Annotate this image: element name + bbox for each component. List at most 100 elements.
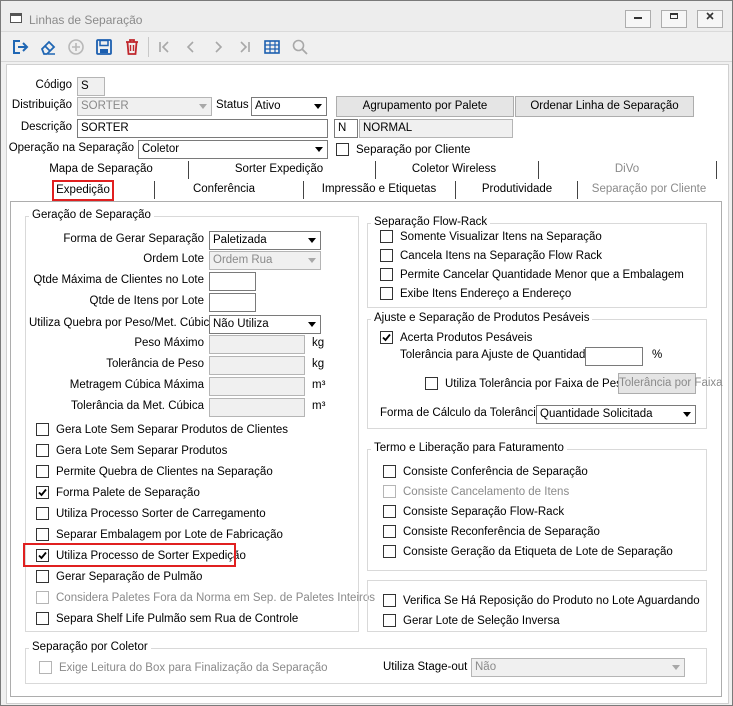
clear-button[interactable] bbox=[35, 36, 61, 58]
tol-ajuste-input[interactable] bbox=[585, 347, 643, 366]
checkbox-row[interactable]: Separa Shelf Life Pulmão sem Rua de Cont… bbox=[36, 612, 298, 625]
tolerancia-met-input[interactable] bbox=[209, 398, 305, 417]
checkbox[interactable] bbox=[36, 612, 49, 625]
qtde-itens-input[interactable] bbox=[209, 293, 256, 312]
checkbox[interactable] bbox=[36, 465, 49, 478]
checkbox-row[interactable]: Exibe Itens Endereço a Endereço bbox=[380, 287, 571, 300]
previous-record-button[interactable] bbox=[178, 36, 204, 58]
checkbox[interactable] bbox=[383, 485, 396, 498]
tab-sorter-expedicao[interactable]: Sorter Expedição bbox=[192, 161, 366, 179]
checkbox-row[interactable]: Separar Embalagem por Lote de Fabricação bbox=[36, 528, 283, 541]
checkbox[interactable] bbox=[380, 249, 393, 262]
checkbox-row[interactable]: Somente Visualizar Itens na Separação bbox=[380, 230, 602, 243]
peso-maximo-input[interactable] bbox=[209, 335, 305, 354]
tab-expedicao[interactable]: Expedição bbox=[52, 180, 114, 201]
checkbox-row[interactable]: Considera Paletes Fora da Norma em Sep. … bbox=[36, 591, 375, 604]
checkbox[interactable] bbox=[380, 230, 393, 243]
tolerancia-peso-label: Tolerância de Peso bbox=[106, 358, 204, 370]
checkbox[interactable] bbox=[383, 465, 396, 478]
checkbox-row[interactable]: Verifica Se Há Reposição do Produto no L… bbox=[383, 594, 700, 607]
checkbox-row[interactable]: Consiste Geração da Etiqueta de Lote de … bbox=[383, 545, 673, 558]
minimize-button[interactable] bbox=[625, 10, 651, 28]
window-title: Linhas de Separação bbox=[29, 13, 143, 27]
checkbox[interactable] bbox=[383, 594, 396, 607]
checkbox[interactable] bbox=[39, 661, 52, 674]
quebra-select[interactable]: Não Utiliza bbox=[209, 315, 321, 334]
delete-button[interactable] bbox=[119, 36, 145, 58]
checkbox-row[interactable]: Consiste Conferência de Separação bbox=[383, 465, 588, 478]
checkbox-row[interactable]: Consiste Cancelamento de Itens bbox=[383, 485, 569, 498]
checkbox-label: Permite Cancelar Quantidade Menor que a … bbox=[400, 268, 684, 281]
checkbox[interactable] bbox=[425, 377, 438, 390]
checkbox[interactable] bbox=[36, 507, 49, 520]
checkbox-row[interactable]: Forma Palete de Separação bbox=[36, 486, 200, 499]
checkbox-row[interactable]: Gera Lote Sem Separar Produtos bbox=[36, 444, 227, 457]
checkbox[interactable] bbox=[380, 287, 393, 300]
checkbox[interactable] bbox=[36, 444, 49, 457]
ordem-lote-select[interactable]: Ordem Rua bbox=[209, 251, 321, 270]
checkbox-row[interactable]: Consiste Separação Flow-Rack bbox=[383, 505, 564, 518]
checkbox-row[interactable]: Cancela Itens na Separação Flow Rack bbox=[380, 249, 602, 262]
tolerancia-faixa-button[interactable]: Tolerância por Faixa bbox=[618, 373, 723, 394]
descricao-input[interactable]: SORTER bbox=[77, 119, 328, 138]
status-select[interactable]: Ativo bbox=[251, 97, 327, 116]
acerta-pesaveis-checkbox[interactable]: Acerta Produtos Pesáveis bbox=[380, 331, 532, 344]
tipo-desc-input: NORMAL bbox=[359, 119, 513, 138]
checkbox[interactable] bbox=[36, 528, 49, 541]
tipo-code-input[interactable]: N bbox=[334, 119, 358, 138]
tab-separacao-cliente[interactable]: Separação por Cliente bbox=[581, 181, 717, 199]
operacao-select[interactable]: Coletor bbox=[138, 140, 328, 159]
checkbox-row[interactable]: Gerar Separação de Pulmão bbox=[36, 570, 202, 583]
distribuicao-label: Distribuição bbox=[11, 99, 72, 111]
checkbox[interactable] bbox=[383, 525, 396, 538]
checkbox[interactable] bbox=[383, 505, 396, 518]
checkbox-row[interactable]: Consiste Reconferência de Separação bbox=[383, 525, 600, 538]
checkbox[interactable] bbox=[36, 570, 49, 583]
checkbox-row[interactable]: Utiliza Processo Sorter de Carregamento bbox=[36, 507, 266, 520]
codigo-input[interactable]: S bbox=[77, 77, 105, 96]
checkbox[interactable] bbox=[36, 486, 49, 499]
checkbox-row[interactable]: Gerar Lote de Seleção Inversa bbox=[383, 614, 560, 627]
tab-impressao-etiquetas[interactable]: Impressão e Etiquetas bbox=[307, 181, 451, 199]
last-record-button[interactable] bbox=[232, 36, 258, 58]
checkbox[interactable] bbox=[383, 614, 396, 627]
checkbox[interactable] bbox=[380, 331, 393, 344]
tab-mapa-separacao[interactable]: Mapa de Separação bbox=[27, 161, 175, 179]
first-record-button[interactable] bbox=[151, 36, 177, 58]
close-button[interactable] bbox=[697, 10, 723, 28]
distribuicao-select[interactable]: SORTER bbox=[77, 97, 212, 116]
checkbox-label: Consiste Separação Flow-Rack bbox=[403, 505, 565, 518]
qtde-clientes-input[interactable] bbox=[209, 272, 256, 291]
separacao-cliente-checkbox[interactable]: Separação por Cliente bbox=[336, 143, 470, 156]
tab-produtividade[interactable]: Produtividade bbox=[459, 181, 575, 199]
checkbox-row[interactable]: Gera Lote Sem Separar Produtos de Client… bbox=[36, 423, 288, 436]
maximize-button[interactable] bbox=[661, 10, 687, 28]
search-button[interactable] bbox=[287, 36, 313, 58]
add-button[interactable] bbox=[63, 36, 89, 58]
tolerancia-peso-input[interactable] bbox=[209, 356, 305, 375]
save-button[interactable] bbox=[91, 36, 117, 58]
checkbox[interactable] bbox=[336, 143, 349, 156]
agrupamento-palete-button[interactable]: Agrupamento por Palete bbox=[336, 96, 514, 117]
quebra-label: Utiliza Quebra por Peso/Met. Cúbica bbox=[29, 317, 216, 329]
stage-out-select[interactable]: Não bbox=[471, 658, 685, 677]
tab-conferencia[interactable]: Conferência bbox=[159, 181, 289, 199]
faixa-peso-checkbox[interactable]: Utiliza Tolerância por Faixa de Peso bbox=[425, 377, 628, 390]
termo-title: Termo e Liberação para Faturamento bbox=[371, 442, 567, 454]
checkbox[interactable] bbox=[383, 545, 396, 558]
forma-gerar-select[interactable]: Paletizada bbox=[209, 231, 321, 250]
checkbox-row[interactable]: Permite Quebra de Clientes na Separação bbox=[36, 465, 273, 478]
checkbox[interactable] bbox=[380, 268, 393, 281]
checkbox[interactable] bbox=[36, 423, 49, 436]
checkbox-row[interactable]: Permite Cancelar Quantidade Menor que a … bbox=[380, 268, 684, 281]
ordenar-linha-button[interactable]: Ordenar Linha de Separação bbox=[515, 96, 694, 117]
exige-leitura-checkbox[interactable]: Exige Leitura do Box para Finalização da… bbox=[39, 661, 328, 674]
tab-divo[interactable]: DiVo bbox=[542, 161, 712, 179]
checkbox[interactable] bbox=[36, 591, 49, 604]
tab-coletor-wireless[interactable]: Coletor Wireless bbox=[379, 161, 529, 179]
metragem-input[interactable] bbox=[209, 377, 305, 396]
calculo-tolerancia-select[interactable]: Quantidade Solicitada bbox=[536, 405, 696, 424]
exit-button[interactable] bbox=[7, 36, 33, 58]
grid-button[interactable] bbox=[259, 36, 285, 58]
next-record-button[interactable] bbox=[205, 36, 231, 58]
